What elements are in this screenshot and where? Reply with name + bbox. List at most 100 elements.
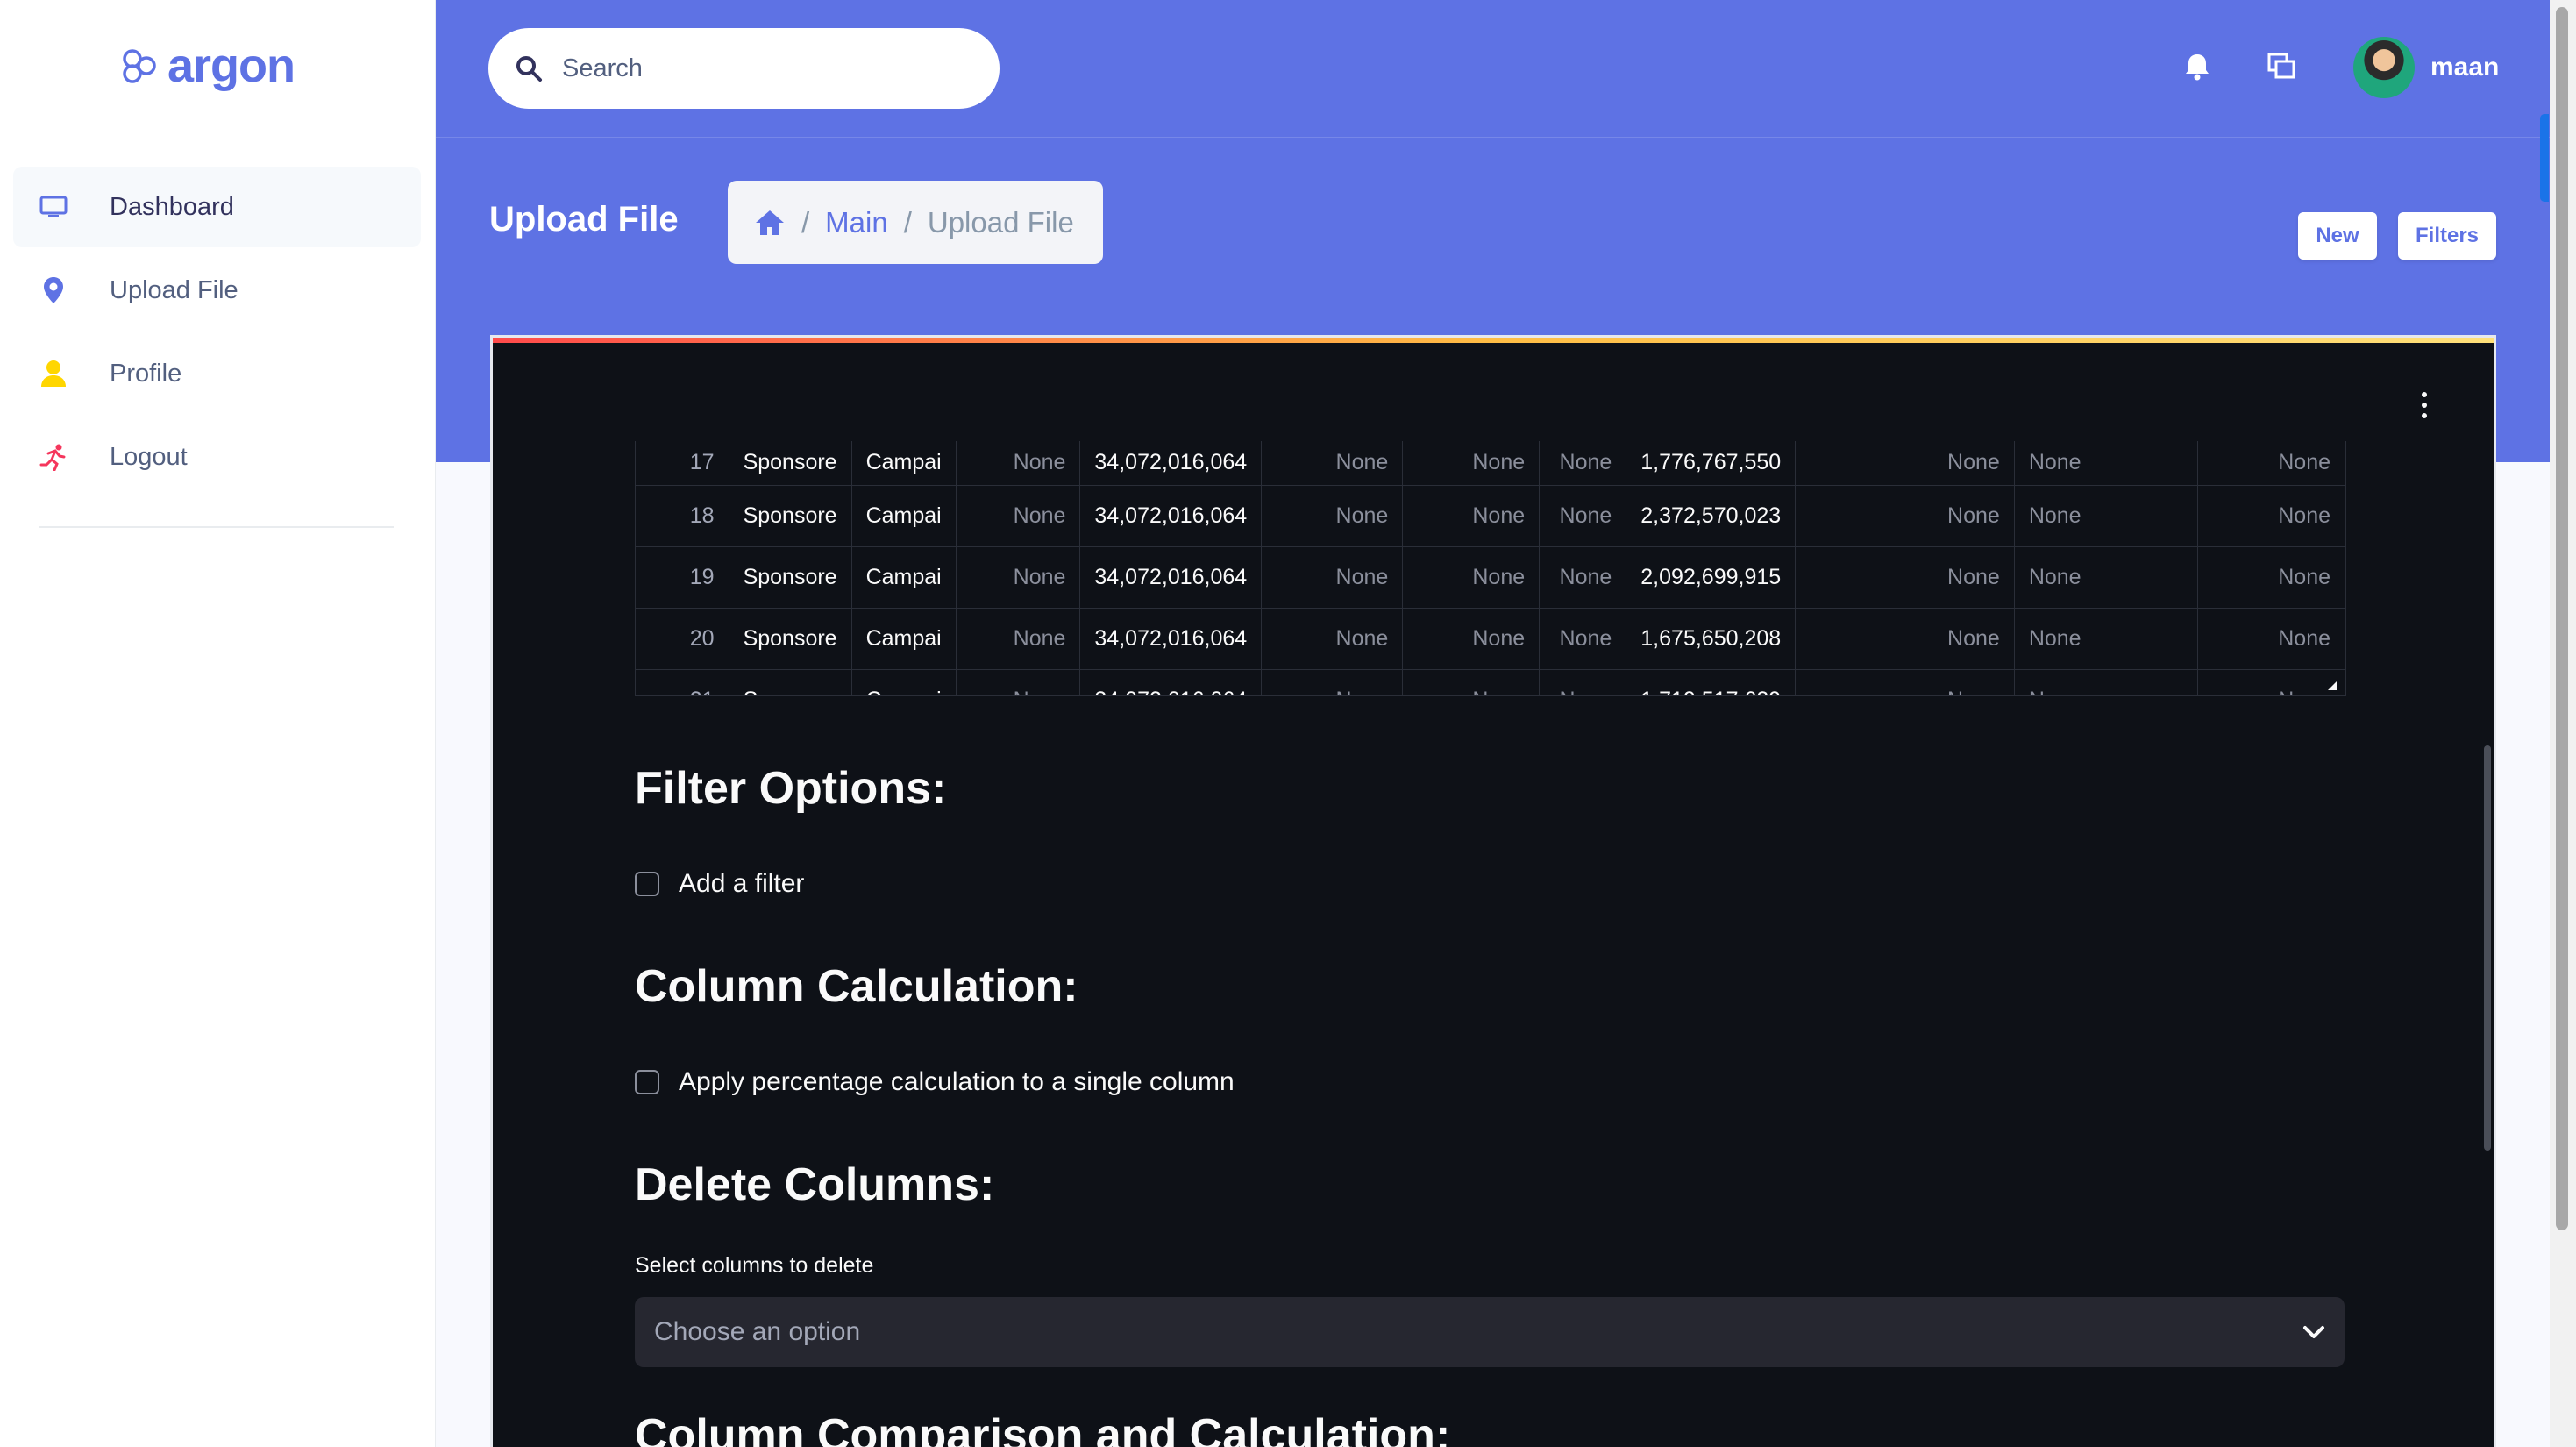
table-cell[interactable]: None bbox=[1402, 669, 1541, 695]
table-row[interactable]: 20 Sponsore Campai None 34,072,016,064 None No… bbox=[636, 608, 2345, 670]
table-cell[interactable]: None bbox=[2197, 485, 2345, 547]
row-index-cell[interactable]: 17 bbox=[636, 441, 729, 486]
table-cell[interactable]: None bbox=[2197, 441, 2345, 486]
table-cell[interactable]: None bbox=[956, 669, 1081, 695]
table-cell[interactable]: None bbox=[956, 546, 1081, 609]
table-cell[interactable]: None bbox=[1539, 485, 1627, 547]
table-cell[interactable]: 34,072,016,064 bbox=[1079, 485, 1263, 547]
table-cell[interactable]: None bbox=[2014, 485, 2198, 547]
table-cell[interactable]: None bbox=[1795, 485, 2015, 547]
table-cell[interactable]: None bbox=[2197, 546, 2345, 609]
table-cell[interactable]: None bbox=[1402, 546, 1541, 609]
table-cell[interactable]: 1,675,650,208 bbox=[1626, 608, 1797, 670]
table-cell[interactable]: Sponsore bbox=[729, 485, 852, 547]
new-button[interactable]: New bbox=[2298, 212, 2377, 260]
search-bar[interactable] bbox=[488, 28, 1000, 109]
table-cell[interactable]: None bbox=[1539, 608, 1627, 670]
filters-button[interactable]: Filters bbox=[2398, 212, 2496, 260]
table-cell[interactable]: None bbox=[2014, 608, 2198, 670]
table-cell[interactable]: 34,072,016,064 bbox=[1079, 546, 1263, 609]
table-cell[interactable]: Campai bbox=[851, 485, 957, 547]
table-cell[interactable]: 1,719,517,629 bbox=[1626, 669, 1797, 695]
table-cell[interactable]: None bbox=[1795, 669, 2015, 695]
table-cell[interactable]: None bbox=[1795, 546, 2015, 609]
row-index-cell[interactable]: 18 bbox=[636, 485, 729, 547]
table-cell[interactable]: None bbox=[1261, 546, 1404, 609]
avatar[interactable] bbox=[2353, 37, 2415, 98]
table-cell[interactable]: None bbox=[2014, 546, 2198, 609]
sidebar-item-logout[interactable]: Logout bbox=[13, 417, 421, 497]
table-row[interactable]: 17 Sponsore Campai None 34,072,016,064 None No… bbox=[636, 441, 2345, 486]
brand-name: argon bbox=[167, 39, 295, 92]
bell-icon[interactable] bbox=[2181, 51, 2213, 82]
table-cell[interactable]: None bbox=[2197, 608, 2345, 670]
table-row[interactable]: 19 Sponsore Campai None 34,072,016,064 None No… bbox=[636, 546, 2345, 609]
table-cell[interactable]: None bbox=[956, 608, 1081, 670]
table-cell[interactable]: None bbox=[2197, 669, 2345, 695]
table-cell[interactable]: 34,072,016,064 bbox=[1079, 608, 1263, 670]
table-resize-handle[interactable] bbox=[2328, 681, 2337, 690]
table-cell[interactable]: 2,372,570,023 bbox=[1626, 485, 1797, 547]
brand-logo[interactable]: argon bbox=[120, 42, 295, 89]
page-scrollbar[interactable] bbox=[2556, 7, 2568, 1230]
more-options-icon[interactable] bbox=[2422, 392, 2430, 418]
table-cell[interactable]: None bbox=[1539, 546, 1627, 609]
checkbox[interactable] bbox=[635, 1070, 659, 1094]
checkbox[interactable] bbox=[635, 872, 659, 896]
table-cell[interactable]: None bbox=[1261, 669, 1404, 695]
table-cell[interactable]: None bbox=[2014, 441, 2198, 486]
checkbox-label: Apply percentage calculation to a single… bbox=[679, 1067, 1235, 1096]
row-index-cell[interactable]: 19 bbox=[636, 546, 729, 609]
sidebar-item-dashboard[interactable]: Dashboard bbox=[13, 167, 421, 247]
sidebar-item-profile[interactable]: Profile bbox=[13, 333, 421, 414]
table-cell[interactable]: None bbox=[1795, 608, 2015, 670]
table-cell[interactable]: None bbox=[1402, 441, 1541, 486]
decoration-bar bbox=[493, 338, 2494, 343]
panel-scrollbar[interactable] bbox=[2484, 745, 2491, 1151]
add-filter-checkbox[interactable]: Add a filter bbox=[635, 869, 804, 899]
data-table[interactable]: 17 Sponsore Campai None 34,072,016,064 None No… bbox=[635, 441, 2346, 696]
sidebar-item-label: Profile bbox=[110, 359, 182, 388]
table-cell[interactable]: None bbox=[956, 485, 1081, 547]
username[interactable]: maan bbox=[2430, 53, 2499, 82]
delete-columns-select[interactable]: Choose an option bbox=[635, 1297, 2345, 1367]
side-tab[interactable] bbox=[2540, 114, 2549, 202]
filter-options-heading: Filter Options: bbox=[635, 763, 947, 814]
column-calculation-heading: Column Calculation: bbox=[635, 961, 1078, 1012]
table-cell[interactable]: Sponsore bbox=[729, 546, 852, 609]
table-cell[interactable]: Campai bbox=[851, 441, 957, 486]
running-person-icon bbox=[38, 441, 69, 473]
percentage-calculation-checkbox[interactable]: Apply percentage calculation to a single… bbox=[635, 1067, 1235, 1097]
home-icon[interactable] bbox=[754, 209, 786, 237]
table-cell[interactable]: None bbox=[1402, 608, 1541, 670]
table-cell[interactable]: 34,072,016,064 bbox=[1079, 669, 1263, 695]
table-cell[interactable]: Sponsore bbox=[729, 441, 852, 486]
breadcrumb-separator: / bbox=[903, 205, 912, 239]
row-index-cell[interactable]: 20 bbox=[636, 608, 729, 670]
table-cell[interactable]: None bbox=[1261, 608, 1404, 670]
breadcrumb-main-link[interactable]: Main bbox=[825, 206, 888, 239]
table-cell[interactable]: None bbox=[1261, 441, 1404, 486]
table-row[interactable]: 21SponsoreCampaiNone34,072,016,064NoneNo… bbox=[636, 669, 2345, 695]
windows-icon[interactable] bbox=[2266, 51, 2297, 82]
table-cell[interactable]: 1,776,767,550 bbox=[1626, 441, 1797, 486]
table-cell[interactable]: Sponsore bbox=[729, 669, 852, 695]
table-cell[interactable]: Campai bbox=[851, 608, 957, 670]
table-cell[interactable]: None bbox=[2014, 669, 2198, 695]
table-cell[interactable]: Campai bbox=[851, 669, 957, 695]
breadcrumb-separator: / bbox=[801, 205, 810, 239]
table-cell[interactable]: Campai bbox=[851, 546, 957, 609]
sidebar-item-upload-file[interactable]: Upload File bbox=[13, 250, 421, 331]
table-cell[interactable]: None bbox=[1539, 441, 1627, 486]
table-cell[interactable]: Sponsore bbox=[729, 608, 852, 670]
table-cell[interactable]: None bbox=[1261, 485, 1404, 547]
table-cell[interactable]: None bbox=[956, 441, 1081, 486]
table-cell[interactable]: None bbox=[1539, 669, 1627, 695]
table-cell[interactable]: 2,092,699,915 bbox=[1626, 546, 1797, 609]
table-row[interactable]: 18 Sponsore Campai None 34,072,016,064 None No… bbox=[636, 485, 2345, 547]
table-cell[interactable]: None bbox=[1402, 485, 1541, 547]
table-cell[interactable]: 34,072,016,064 bbox=[1079, 441, 1263, 486]
row-index-cell[interactable]: 21 bbox=[636, 669, 729, 695]
search-input[interactable] bbox=[560, 53, 932, 84]
table-cell[interactable]: None bbox=[1795, 441, 2015, 486]
